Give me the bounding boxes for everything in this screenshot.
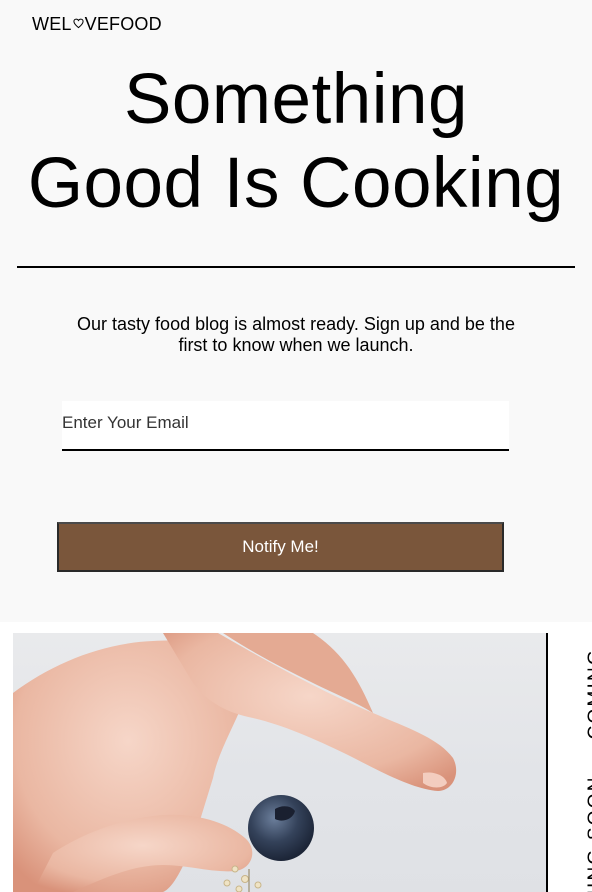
vertical-rule bbox=[546, 633, 548, 892]
hero-photo-hand-blueberry bbox=[13, 633, 547, 892]
coming-soon-ticker: OMING SOON COMING bbox=[550, 633, 592, 892]
page: WEL VEFOOD Something Good Is Cooking Our… bbox=[0, 0, 592, 892]
ticker-text-a: OMING SOON bbox=[585, 775, 592, 892]
ticker-text-b: COMING bbox=[585, 648, 592, 740]
logo-prefix: WEL bbox=[32, 14, 72, 34]
intro-text: Our tasty food blog is almost ready. Sig… bbox=[77, 314, 515, 355]
email-input[interactable] bbox=[62, 401, 509, 451]
hero-title: Something Good Is Cooking bbox=[0, 58, 592, 226]
site-logo[interactable]: WEL VEFOOD bbox=[32, 14, 162, 34]
heart-outline-icon bbox=[73, 18, 84, 29]
image-section: OMING SOON COMING bbox=[0, 622, 592, 892]
hero-title-line-1: Something bbox=[124, 60, 468, 139]
logo-suffix: VEFOOD bbox=[84, 14, 162, 34]
divider bbox=[17, 266, 575, 268]
hero-title-line-2: Good Is Cooking bbox=[27, 144, 565, 223]
notify-me-button[interactable]: Notify Me! bbox=[57, 522, 504, 572]
